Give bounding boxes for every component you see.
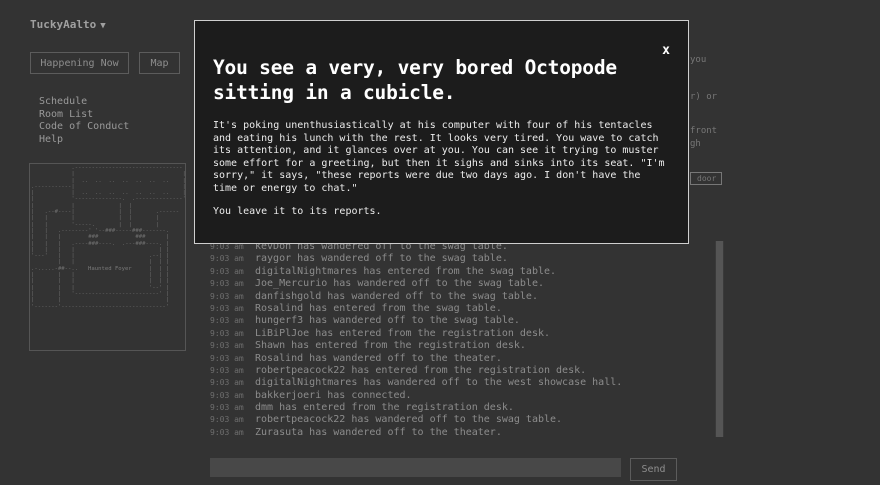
chat-log: 9:03 am kevDon has wandered off to the sw… <box>210 241 705 439</box>
chat-scrollbar[interactable] <box>715 241 724 437</box>
chat-line: 9:03 am dmm has entered from the registra… <box>210 402 705 414</box>
chat-line: 9:03 am Zurasuta has wandered off to the … <box>210 427 705 439</box>
sidebar-nav: Schedule Room List Code of Conduct Help <box>39 96 129 146</box>
close-icon[interactable]: x <box>662 43 670 58</box>
chat-timestamp: 9:03 am <box>210 378 244 388</box>
chevron-down-icon: ▼ <box>100 21 106 31</box>
map-ascii-art: .-------------------------------- | | | … <box>31 165 186 310</box>
nav-link-code-of-conduct[interactable]: Code of Conduct <box>39 121 129 134</box>
chat-message: raygor has wandered off to the swag tabl… <box>255 253 508 265</box>
chat-message: dmm has entered from the registration de… <box>255 402 514 414</box>
chat-line: 9:03 am digitalNightmares has wandered of… <box>210 377 705 389</box>
chat-message: Joe_Mercurio has wandered off to the swa… <box>255 278 544 290</box>
ascii-map[interactable]: .-------------------------------- | | | … <box>29 163 186 351</box>
chat-timestamp: 9:03 am <box>210 353 244 363</box>
chat-line: 9:03 am Rosalind has wandered off to the … <box>210 353 705 365</box>
bg-text-fragment: gh <box>690 139 701 149</box>
chat-message: robertpeacock22 has entered from the reg… <box>255 364 587 376</box>
chat-timestamp: 9:03 am <box>210 365 244 375</box>
chat-line: 9:03 am Rosalind has entered from the swa… <box>210 303 705 315</box>
chat-timestamp: 9:03 am <box>210 427 244 437</box>
chat-line: 9:03 am Shawn has entered from the regist… <box>210 340 705 352</box>
chat-timestamp: 9:03 am <box>210 279 244 289</box>
chat-line: 9:03 am hungerf3 has wandered off to the … <box>210 315 705 327</box>
chat-line: 9:03 am robertpeacock22 has wandered off … <box>210 414 705 426</box>
room-description-modal: x You see a very, very bored Octopode si… <box>194 20 689 244</box>
bg-text-fragment: r) or <box>690 92 718 102</box>
nav-link-schedule[interactable]: Schedule <box>39 96 129 109</box>
chat-timestamp: 9:03 am <box>210 328 244 338</box>
chat-scroll-thumb[interactable] <box>716 241 723 437</box>
modal-body: It's poking unenthusiastically at his co… <box>213 120 670 219</box>
map-room-label: Haunted Foyer <box>88 266 132 272</box>
chat-timestamp: 9:03 am <box>210 254 244 264</box>
chat-line: 9:03 am bakkerjoeri has connected. <box>210 390 705 402</box>
chat-line: 9:03 am Joe_Mercurio has wandered off to … <box>210 278 705 290</box>
chat-message: LiBiPlJoe has entered from the registrat… <box>255 327 551 339</box>
bg-door-button[interactable]: door <box>690 172 722 185</box>
username: TuckyAalto <box>30 18 97 31</box>
chat-message: digitalNightmares has entered from the s… <box>255 265 557 277</box>
nav-link-room-list[interactable]: Room List <box>39 109 129 122</box>
chat-timestamp: 9:03 am <box>210 390 244 400</box>
chat-message: Rosalind has entered from the swag table… <box>255 302 502 314</box>
chat-message: robertpeacock22 has wandered off to the … <box>255 414 563 426</box>
chat-line: 9:03 am danfishgold has wandered off to t… <box>210 291 705 303</box>
chat-message: hungerf3 has wandered off to the swag ta… <box>255 315 520 327</box>
chat-message: danfishgold has wandered off to the swag… <box>255 290 538 302</box>
chat-message: Zurasuta has wandered off to the theater… <box>255 426 502 438</box>
chat-line: 9:03 am LiBiPlJoe has entered from the re… <box>210 328 705 340</box>
modal-paragraph: It's poking unenthusiastically at his co… <box>213 120 665 194</box>
bg-text-fragment: front <box>690 126 718 136</box>
chat-timestamp: 9:03 am <box>210 303 244 313</box>
send-button[interactable]: Send <box>630 458 677 481</box>
bg-text-fragment: you <box>690 55 707 65</box>
chat-message: digitalNightmares has wandered off to th… <box>255 377 623 389</box>
happening-now-button[interactable]: Happening Now <box>30 52 129 74</box>
map-button[interactable]: Map <box>139 52 180 74</box>
modal-paragraph: You leave it to its reports. <box>213 206 382 217</box>
chat-timestamp: 9:03 am <box>210 415 244 425</box>
chat-timestamp: 9:03 am <box>210 316 244 326</box>
chat-line: 9:03 am digitalNightmares has entered fro… <box>210 266 705 278</box>
modal-title: You see a very, very bored Octopode sitt… <box>213 56 617 104</box>
chat-timestamp: 9:03 am <box>210 403 244 413</box>
chat-line: 9:03 am raygor has wandered off to the sw… <box>210 253 705 265</box>
chat-input[interactable] <box>210 458 621 477</box>
chat-message: bakkerjoeri has connected. <box>255 389 412 401</box>
chat-message: Shawn has entered from the registration … <box>255 340 526 352</box>
user-menu[interactable]: TuckyAalto ▼ <box>30 18 106 31</box>
chat-line: 9:03 am robertpeacock22 has entered from … <box>210 365 705 377</box>
chat-timestamp: 9:03 am <box>210 266 244 276</box>
chat-message: Rosalind has wandered off to the theater… <box>255 352 502 364</box>
nav-link-help[interactable]: Help <box>39 134 129 147</box>
chat-timestamp: 9:03 am <box>210 291 244 301</box>
chat-timestamp: 9:03 am <box>210 341 244 351</box>
